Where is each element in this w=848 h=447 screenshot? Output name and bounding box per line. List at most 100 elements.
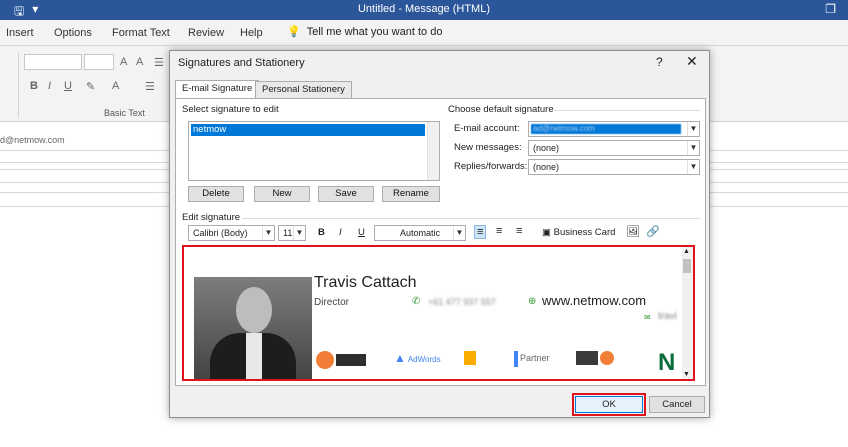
tab-personal-stationery[interactable]: Personal Stationery — [255, 81, 352, 99]
chevron-down-icon: ▼ — [262, 226, 274, 240]
tell-me-text: Tell me what you want to do — [306, 25, 443, 38]
netmow-logo: N — [658, 349, 676, 376]
select-signature-label: Select signature to edit — [182, 104, 279, 115]
save-button[interactable]: Save — [318, 186, 374, 202]
adwords-text: AdWords — [407, 355, 441, 364]
italic-button[interactable]: I — [339, 227, 342, 238]
basic-text-label: Basic Text — [104, 108, 145, 118]
analytics-logo-icon — [464, 351, 476, 365]
scrollbar[interactable]: ▲ ▼ — [682, 247, 693, 379]
signature-name: Travis Cattach — [314, 274, 417, 291]
signature-role: Director — [314, 297, 350, 308]
scrollbar[interactable] — [427, 122, 439, 180]
bold-icon[interactable]: B — [30, 80, 38, 92]
globe-icon: ⊕ — [528, 296, 537, 307]
analytics-badge — [464, 351, 494, 373]
bullets-icon[interactable]: ☰ — [154, 56, 164, 69]
new-messages-select[interactable]: (none) ▼ — [528, 140, 700, 156]
shrink-font-icon[interactable]: A — [136, 56, 143, 68]
profile-photo — [194, 277, 312, 379]
group-divider — [554, 110, 700, 111]
close-icon[interactable]: ✕ — [686, 53, 698, 70]
hubspot-agency-badge — [576, 351, 620, 373]
business-card-button[interactable]: ▣ Business Card — [542, 227, 615, 238]
default-signature-heading: Choose default signature — [448, 104, 554, 115]
group-divider — [242, 218, 700, 219]
email-account-value: ad@netmow.com — [531, 124, 681, 134]
ok-button[interactable]: OK — [572, 393, 646, 416]
google-partner-badge: Partner — [514, 351, 560, 373]
photo-face — [236, 287, 272, 333]
edit-signature-label: Edit signature — [182, 212, 241, 223]
font-size-box[interactable] — [84, 54, 114, 70]
font-color-icon[interactable]: A — [112, 80, 119, 92]
color-value: Automatic — [399, 228, 441, 238]
signature-editor[interactable]: Travis Cattach Director ✆ +61 477 937 55… — [182, 245, 695, 381]
scroll-down-icon[interactable]: ▼ — [683, 371, 690, 378]
from-address: d@netmow.com — [0, 135, 65, 145]
align-left-icon[interactable]: ☰ — [145, 80, 155, 93]
underline-icon[interactable]: U — [64, 80, 72, 92]
signatures-dialog: Signatures and Stationery ? ✕ E-mail Sig… — [169, 50, 710, 418]
tab-options[interactable]: Options — [54, 27, 92, 39]
signature-list[interactable]: netmow — [188, 121, 440, 181]
highlight-icon[interactable]: ✎ — [86, 80, 95, 93]
italic-icon[interactable]: I — [48, 80, 51, 92]
replies-value: (none) — [533, 162, 560, 172]
color-select[interactable]: Automatic ▼ — [374, 225, 466, 241]
restore-icon[interactable]: ❐ — [825, 2, 836, 16]
new-messages-value: (none) — [533, 143, 560, 153]
tell-me-box[interactable]: 💡 Tell me what you want to do — [287, 25, 443, 39]
delete-button[interactable]: Delete — [188, 186, 244, 202]
chevron-down-icon: ▼ — [687, 122, 699, 136]
signature-website: www.netmow.com — [542, 293, 647, 308]
font-size-select[interactable]: 11 ▼ — [278, 225, 306, 241]
align-center-icon[interactable]: ≡ — [496, 225, 502, 237]
email-account-label: E-mail account: — [454, 123, 520, 134]
new-button[interactable]: New — [254, 186, 310, 202]
ribbon-tabs: Insert Options Format Text Review Help 💡… — [0, 20, 848, 46]
partner-bar-icon — [514, 351, 518, 367]
font-name-box[interactable] — [24, 54, 82, 70]
agency-icon — [576, 351, 598, 365]
underline-button[interactable]: U — [358, 227, 365, 238]
dialog-title: Signatures and Stationery — [178, 57, 305, 69]
photo-shirt — [246, 333, 262, 379]
rename-button[interactable]: Rename — [382, 186, 440, 202]
chevron-down-icon: ▼ — [687, 160, 699, 174]
tab-help[interactable]: Help — [240, 27, 263, 39]
help-button[interactable]: ? — [656, 55, 663, 69]
scroll-up-icon[interactable]: ▲ — [683, 248, 690, 255]
grow-font-icon[interactable]: A — [120, 56, 127, 68]
title-bar: 🖫 ▾ Untitled - Message (HTML) ❐ — [0, 0, 848, 20]
adwords-logo-icon: ▲ — [394, 351, 406, 365]
window-title: Untitled - Message (HTML) — [357, 3, 491, 15]
replies-label: Replies/forwards: — [454, 161, 528, 172]
chevron-down-icon: ▼ — [453, 226, 465, 240]
business-card-icon: ▣ — [542, 227, 551, 238]
hubspot-badge — [316, 351, 370, 373]
scroll-thumb[interactable] — [683, 259, 691, 273]
font-select[interactable]: Calibri (Body) ▼ — [188, 225, 275, 241]
font-value: Calibri (Body) — [193, 228, 248, 238]
tab-personal-stationery-label: Personal Stationery — [262, 84, 345, 95]
align-right-icon[interactable]: ≡ — [516, 225, 522, 237]
lightbulb-icon: 💡 — [287, 26, 301, 38]
tab-review[interactable]: Review — [188, 27, 224, 39]
hyperlink-icon[interactable]: 🔗 — [646, 225, 660, 238]
business-card-label: Business Card — [553, 227, 616, 238]
replies-select[interactable]: (none) ▼ — [528, 159, 700, 175]
bold-button[interactable]: B — [318, 227, 325, 238]
list-item[interactable]: netmow — [191, 124, 425, 136]
email-account-select[interactable]: ad@netmow.com ▼ — [528, 121, 700, 137]
signature-phone: +61 477 937 557 — [428, 297, 496, 307]
tab-insert[interactable]: Insert — [6, 27, 34, 39]
agency-logo-icon — [599, 351, 614, 365]
align-left-icon[interactable]: ≡ — [474, 225, 487, 239]
hubspot-logo-icon — [316, 351, 334, 369]
cancel-button[interactable]: Cancel — [649, 396, 705, 413]
font-size-value: 11 — [283, 228, 293, 238]
tab-email-signature[interactable]: E-mail Signature — [175, 80, 260, 100]
tab-format-text[interactable]: Format Text — [112, 27, 170, 39]
insert-picture-icon[interactable]: 🖼 — [626, 225, 640, 238]
